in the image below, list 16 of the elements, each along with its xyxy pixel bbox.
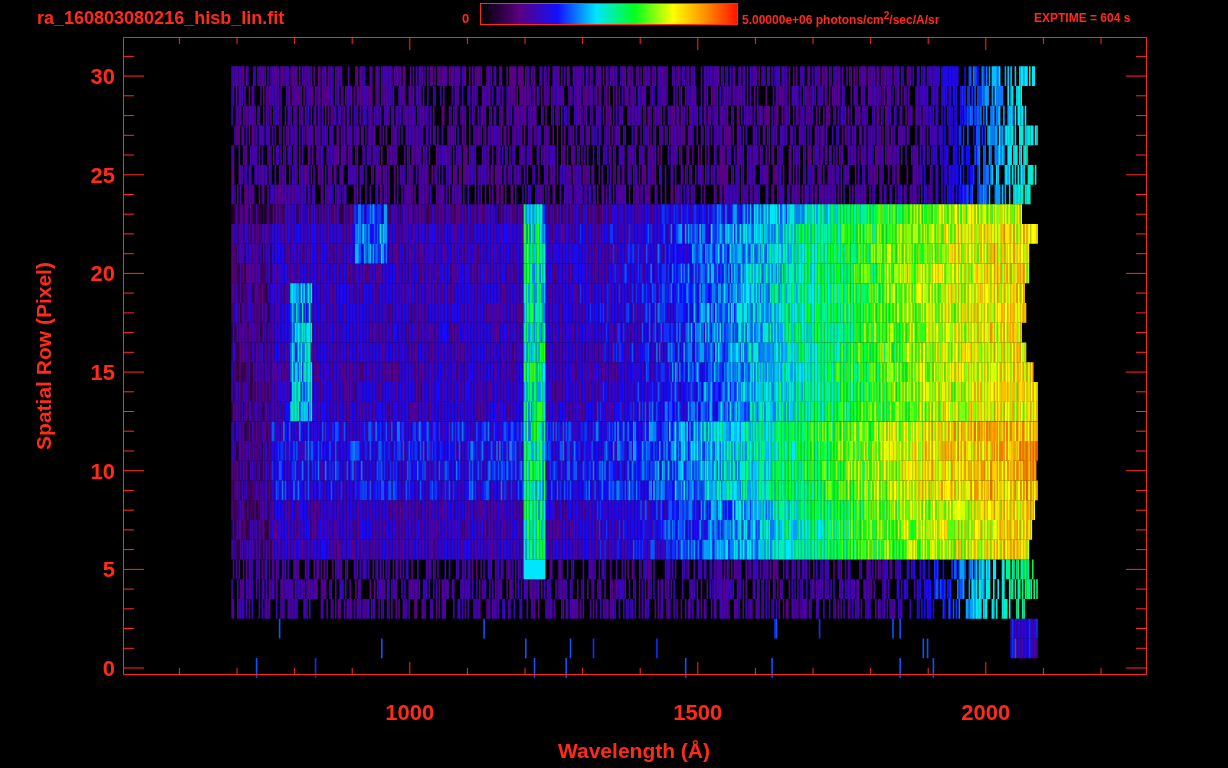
x-axis-label: Wavelength (Å) xyxy=(557,739,711,762)
tick-label: 30 xyxy=(90,64,115,90)
tick-label: 25 xyxy=(90,162,115,188)
tick-label: 1500 xyxy=(673,700,723,725)
file-title: ra_160803080216_hisb_lin.fit xyxy=(37,7,286,29)
y-axis-label: Spatial Row (Pixel) xyxy=(32,262,55,450)
tick-label: 0 xyxy=(102,656,115,681)
tick-label: 15 xyxy=(90,360,115,386)
tick-label: 20 xyxy=(90,261,115,287)
tick-label: 5 xyxy=(102,557,115,583)
tick-label: 1000 xyxy=(385,700,435,725)
scale-min-label: 0 xyxy=(462,10,471,26)
tick-label: 10 xyxy=(90,458,115,484)
scale-max-label: 5.00000e+06 photons/cm$^{2}$/sec/A/sr xyxy=(742,9,941,27)
tick-label: 2000 xyxy=(961,700,1011,725)
exposure-time: EXPTIME = 604 s xyxy=(1034,11,1131,25)
